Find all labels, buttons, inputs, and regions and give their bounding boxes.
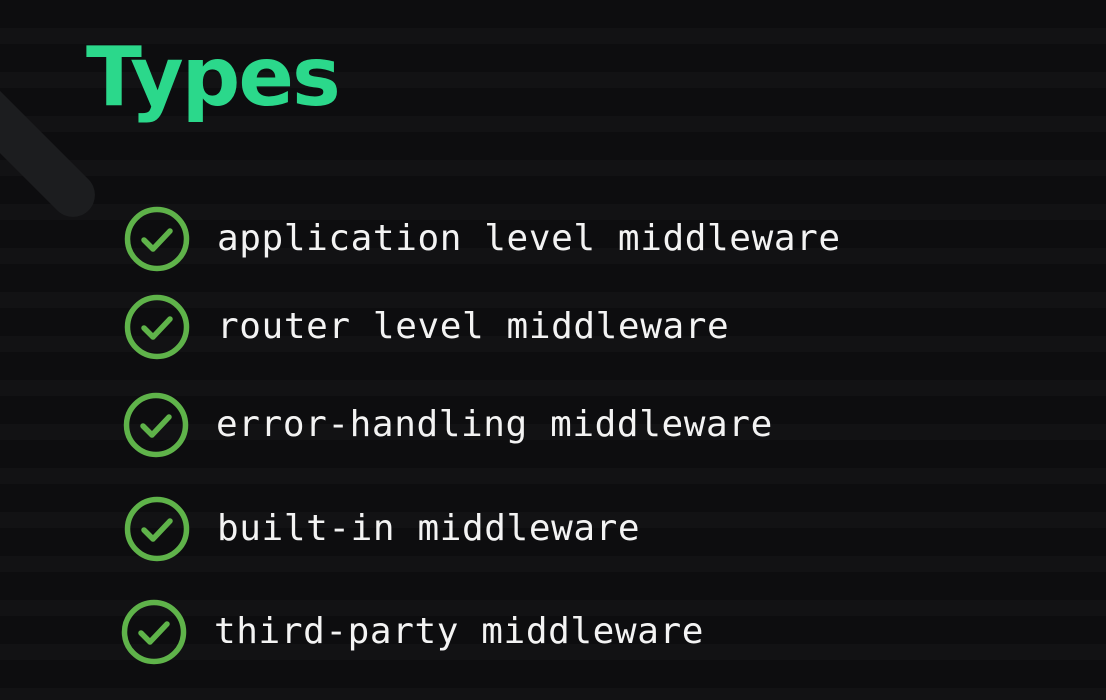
list-item: application level middleware [124, 204, 841, 274]
check-circle-icon [124, 294, 190, 360]
check-circle-icon [124, 206, 190, 272]
list-item-label: router level middleware [217, 306, 730, 347]
slide-title: Types [86, 30, 341, 125]
check-circle-icon [124, 496, 190, 562]
list-item-label: third-party middleware [214, 611, 705, 652]
list-item: router level middleware [124, 292, 729, 362]
list-item-label: application level middleware [217, 218, 841, 259]
list-item: error-handling middleware [123, 390, 773, 460]
check-circle-icon [121, 599, 187, 665]
list-item-label: error-handling middleware [216, 404, 773, 445]
list-item: third-party middleware [121, 597, 704, 667]
list-item-label: built-in middleware [217, 508, 641, 549]
check-circle-icon [123, 392, 189, 458]
list-item: built-in middleware [124, 494, 640, 564]
